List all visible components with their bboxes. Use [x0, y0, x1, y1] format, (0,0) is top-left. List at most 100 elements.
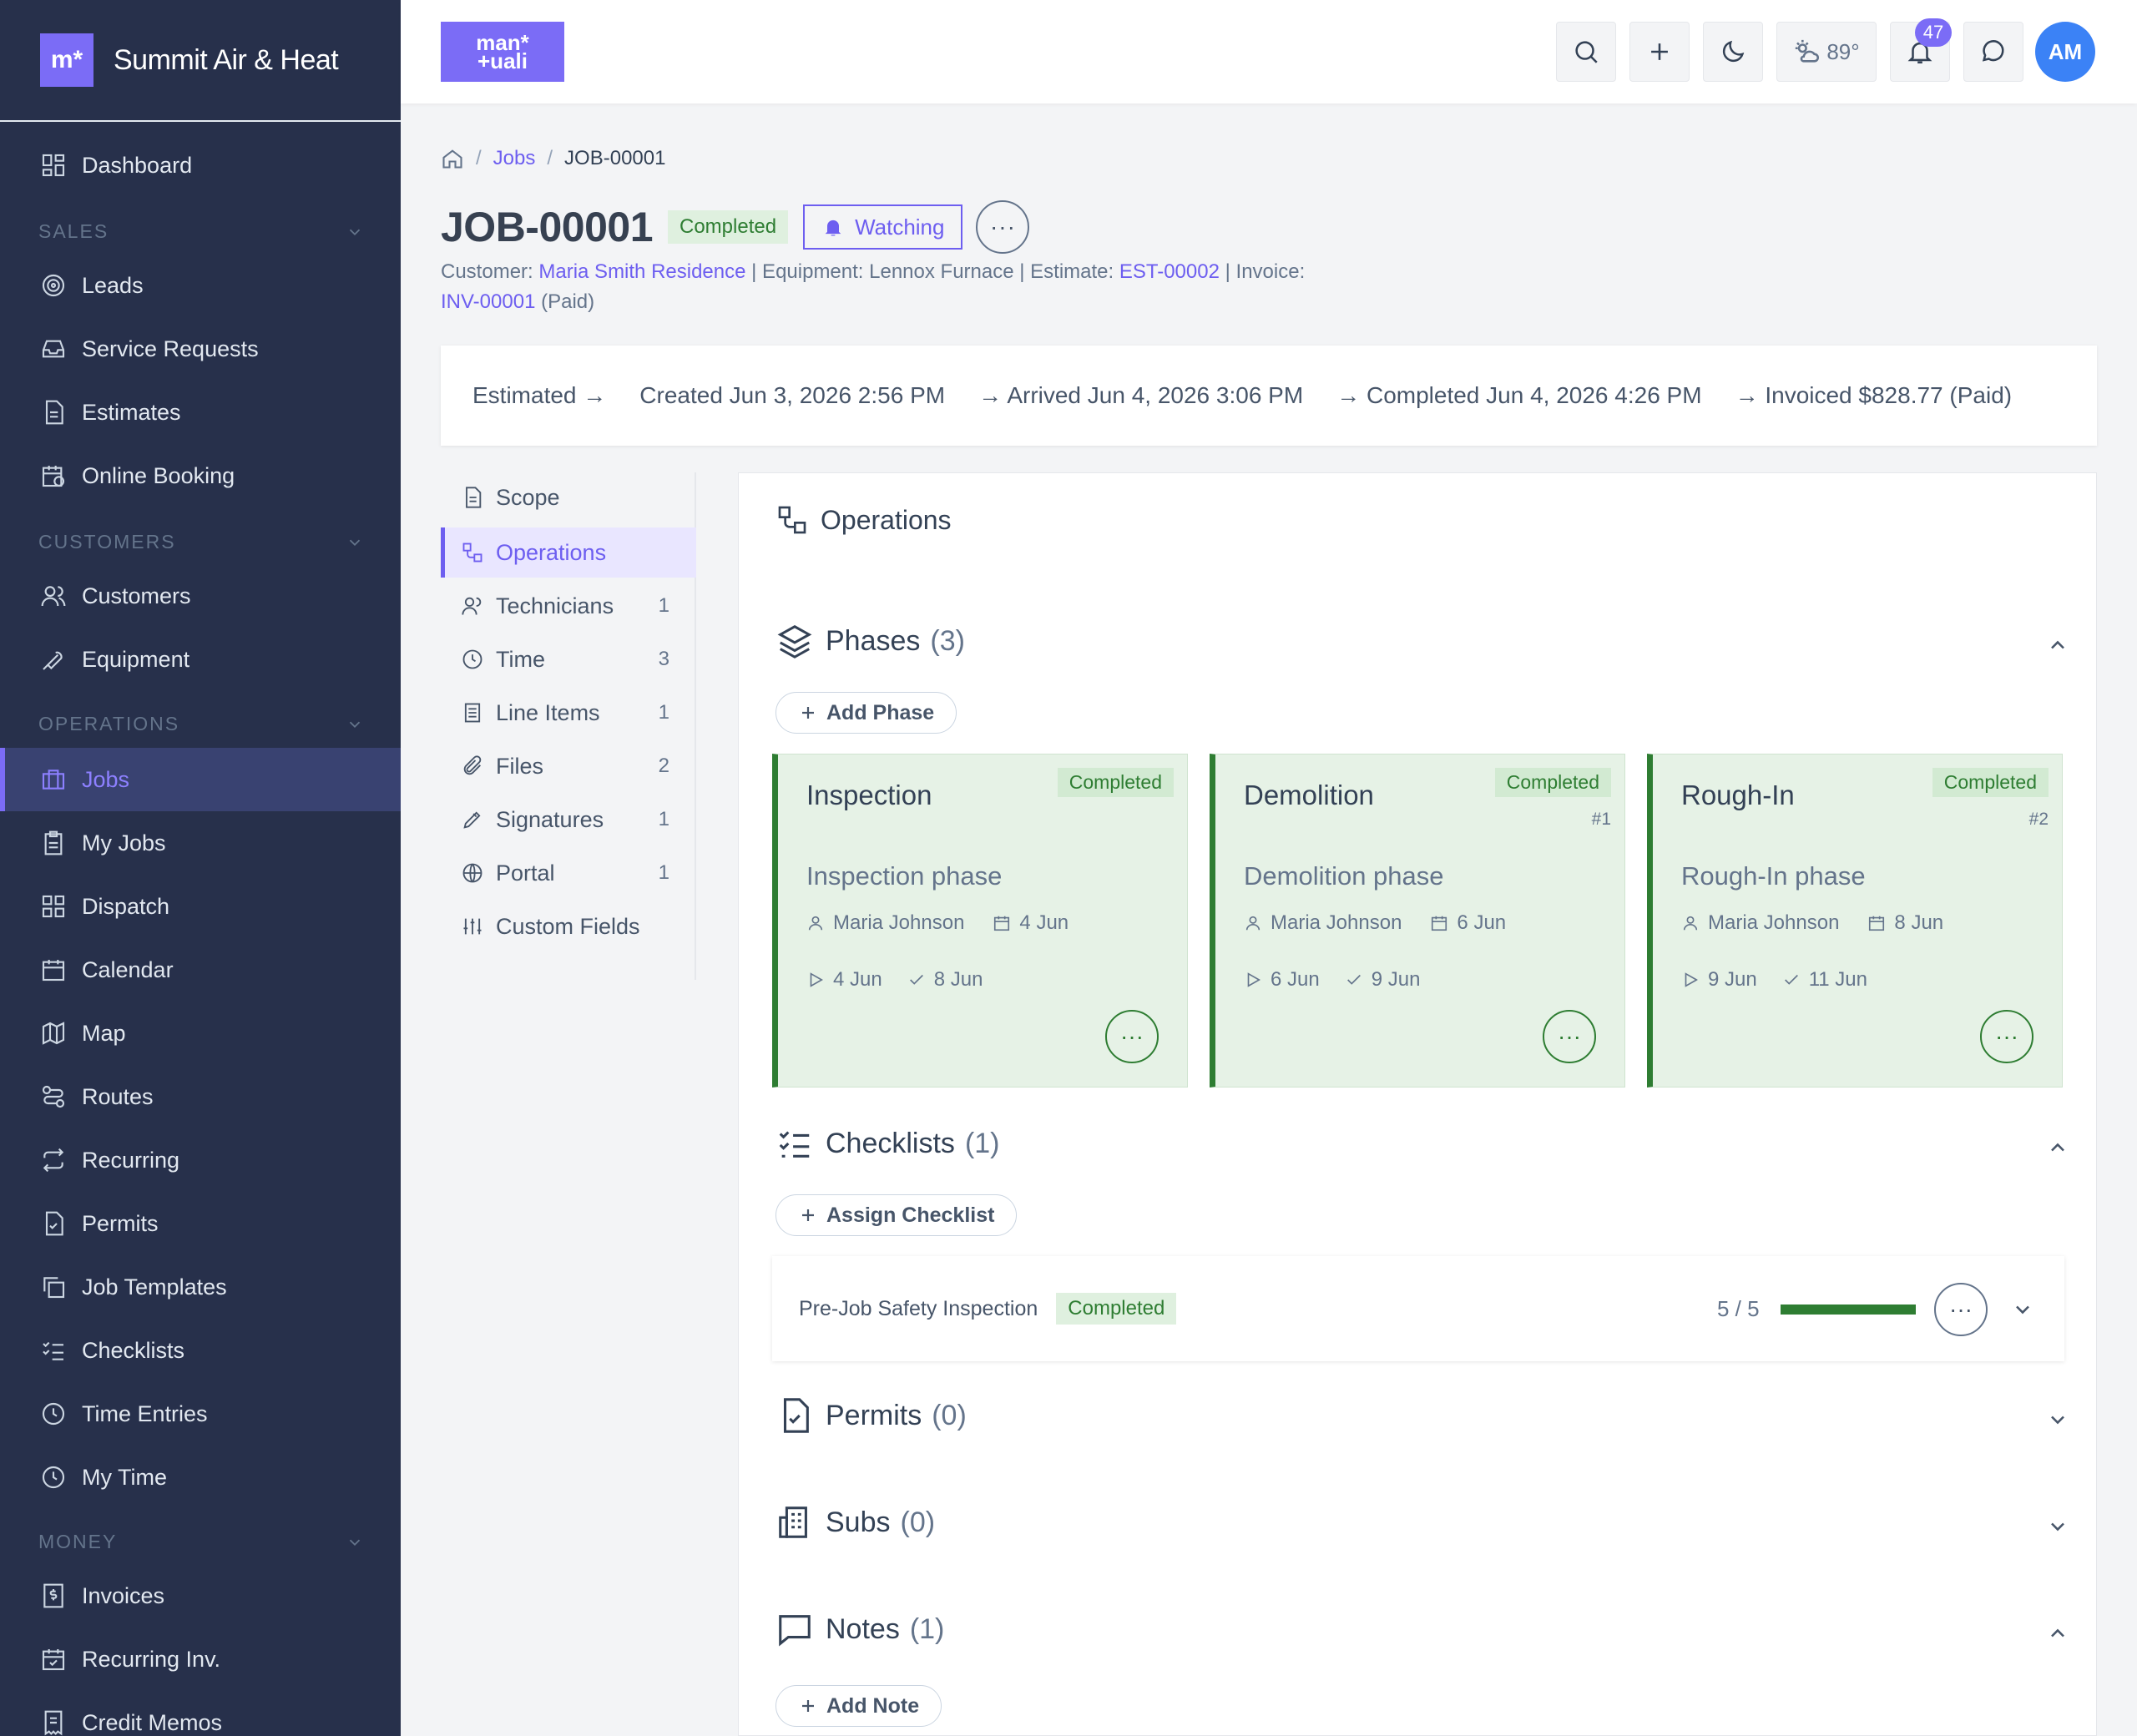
weather-temp: 89° [1826, 38, 1860, 64]
plus-icon [1651, 43, 1668, 60]
invoice-link[interactable]: INV-00001 [441, 290, 535, 313]
brand[interactable]: m* Summit Air & Heat [0, 0, 401, 122]
chevron-up-icon[interactable] [2046, 1136, 2069, 1159]
subnav-signatures[interactable]: Signatures 1 [441, 795, 696, 845]
sidebar-item-label: Job Templates [82, 1274, 227, 1299]
section-operations[interactable]: OPERATIONS [38, 713, 364, 735]
sidebar-item-jobs[interactable]: Jobs [0, 748, 401, 811]
avatar[interactable]: AM [2035, 22, 2095, 82]
subnav-technicians[interactable]: Technicians 1 [441, 581, 696, 631]
assign-checklist-button[interactable]: Assign Checklist [775, 1194, 1018, 1236]
phase-due-date: 6 Jun [1457, 911, 1507, 934]
estimate-link[interactable]: EST-00002 [1119, 260, 1220, 283]
job-more-button[interactable]: ··· [976, 200, 1030, 254]
create-button[interactable] [1629, 22, 1690, 82]
sidebar-item-my-jobs[interactable]: My Jobs [0, 811, 401, 875]
chevron-up-icon[interactable] [2046, 1622, 2069, 1645]
operations-title: Operations [821, 504, 952, 535]
breadcrumb: / Jobs / JOB-00001 [441, 147, 665, 170]
section-sales[interactable]: SALES [38, 220, 364, 243]
sidebar-item-credit-memos[interactable]: Credit Memos [0, 1691, 401, 1736]
phase-more-button[interactable]: ··· [1980, 1010, 2033, 1063]
sidebar-item-checklists[interactable]: Checklists [0, 1319, 401, 1382]
checklist-icon [43, 1341, 63, 1360]
notes-count: (1) [909, 1612, 945, 1645]
sidebar-item-online-booking[interactable]: Online Booking [0, 444, 401, 507]
sidebar-item-customers[interactable]: Customers [0, 564, 401, 628]
sidebar-item-invoices[interactable]: Invoices [0, 1564, 401, 1628]
section-customers[interactable]: CUSTOMERS [38, 531, 364, 553]
play-icon [1685, 972, 1698, 987]
phases-heading[interactable]: Phases (3) [775, 622, 965, 660]
phase-dates-row: 9 Jun 11 Jun [1681, 968, 1867, 992]
map-icon [42, 1022, 65, 1045]
theme-toggle-button[interactable] [1703, 22, 1763, 82]
plus-icon [802, 707, 814, 719]
watch-button[interactable]: Watching [803, 204, 963, 250]
sidebar-item-leads[interactable]: Leads [0, 254, 401, 317]
user-icon [1683, 916, 1698, 931]
phase-description: Inspection phase [806, 861, 1003, 891]
notes-heading[interactable]: Notes (1) [775, 1610, 944, 1648]
subnav-scope[interactable]: Scope [441, 472, 696, 522]
messages-button[interactable] [1963, 22, 2023, 82]
subnav-portal[interactable]: Portal 1 [441, 848, 696, 898]
checklist-more-button[interactable]: ··· [1934, 1283, 1988, 1336]
sidebar-item-recurring-invoices[interactable]: Recurring Inv. [0, 1628, 401, 1691]
phase-more-button[interactable]: ··· [1105, 1010, 1159, 1063]
sidebar-item-label: Map [82, 1020, 126, 1046]
chevron-up-icon[interactable] [2046, 633, 2069, 657]
checklist-progress-text: 5 / 5 [1717, 1295, 1760, 1321]
home-icon[interactable] [441, 147, 464, 170]
subnav-operations[interactable]: Operations [441, 527, 696, 578]
checklists-heading[interactable]: Checklists (1) [775, 1124, 1000, 1163]
sidebar-item-label: Credit Memos [82, 1709, 223, 1735]
sidebar-item-dashboard[interactable]: Dashboard [0, 134, 401, 197]
checklist-item[interactable]: Pre-Job Safety Inspection Completed 5 / … [772, 1256, 2064, 1361]
app-logo[interactable]: man* +uali [441, 22, 564, 82]
subnav-time[interactable]: Time 3 [441, 634, 696, 684]
phase-card[interactable]: Inspection Completed Inspection phase Ma… [772, 754, 1188, 1088]
breadcrumb-jobs-link[interactable]: Jobs [493, 147, 536, 170]
add-phase-button[interactable]: Add Phase [775, 692, 957, 734]
phase-done-date: 8 Jun [933, 968, 983, 991]
notes-title: Notes [826, 1612, 900, 1645]
subnav-files[interactable]: Files 2 [441, 741, 696, 791]
sidebar-item-my-time[interactable]: My Time [0, 1446, 401, 1509]
permits-heading[interactable]: Permits (0) [775, 1396, 967, 1435]
sidebar: m* Summit Air & Heat Dashboard SALES Lea… [0, 0, 401, 1736]
customer-link[interactable]: Maria Smith Residence [538, 260, 745, 283]
subnav-line-items[interactable]: Line Items 1 [441, 688, 696, 738]
sidebar-item-job-templates[interactable]: Job Templates [0, 1255, 401, 1319]
sidebar-item-permits[interactable]: Permits [0, 1192, 401, 1255]
subnav-count: 1 [658, 808, 669, 830]
weather-widget[interactable]: 89° [1776, 22, 1877, 82]
document-icon [466, 487, 482, 508]
calendar-icon [42, 960, 65, 982]
sidebar-item-map[interactable]: Map [0, 1002, 401, 1065]
chevron-down-icon[interactable] [2046, 1408, 2069, 1431]
sidebar-item-recurring[interactable]: Recurring [0, 1128, 401, 1192]
section-money[interactable]: MONEY [38, 1531, 364, 1553]
sidebar-item-time-entries[interactable]: Time Entries [0, 1382, 401, 1446]
job-timeline: Estimated → Created Jun 3, 2026 2:56 PM … [441, 346, 2097, 446]
sidebar-item-dispatch[interactable]: Dispatch [0, 875, 401, 938]
sidebar-item-equipment[interactable]: Equipment [0, 628, 401, 691]
sidebar-item-routes[interactable]: Routes [0, 1065, 401, 1128]
subs-heading[interactable]: Subs (0) [775, 1503, 935, 1542]
add-phase-label: Add Phase [826, 700, 935, 724]
timeline-step: → Invoiced $828.77 (Paid) [1735, 382, 2013, 408]
sidebar-item-estimates[interactable]: Estimates [0, 381, 401, 444]
page-title: JOB-00001 [441, 204, 654, 250]
add-note-button[interactable]: Add Note [775, 1685, 942, 1727]
chevron-down-icon[interactable] [2011, 1298, 2034, 1321]
chevron-down-icon[interactable] [2046, 1515, 2069, 1538]
user-icon [1245, 916, 1260, 931]
sidebar-item-calendar[interactable]: Calendar [0, 938, 401, 1002]
phase-card[interactable]: Demolition Completed #1 Demolition phase… [1210, 754, 1625, 1088]
phase-more-button[interactable]: ··· [1543, 1010, 1596, 1063]
sidebar-item-service-requests[interactable]: Service Requests [0, 317, 401, 381]
search-button[interactable] [1556, 22, 1616, 82]
phase-card[interactable]: Rough-In Completed #2 Rough-In phase Mar… [1647, 754, 2063, 1088]
subnav-custom-fields[interactable]: Custom Fields [441, 901, 696, 951]
